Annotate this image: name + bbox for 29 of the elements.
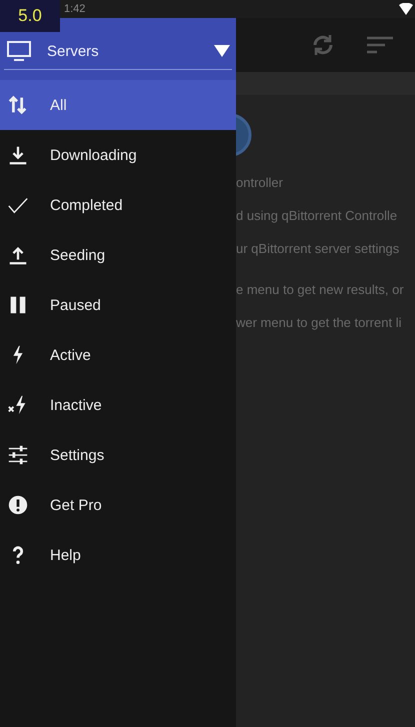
exclamation-icon xyxy=(7,494,29,516)
drawer-item[interactable]: Get Pro xyxy=(0,480,236,530)
drawer-item[interactable]: Settings xyxy=(0,430,236,480)
drawer-item[interactable]: Inactive xyxy=(0,380,236,430)
help-text: d using qBittorrent Controlle xyxy=(236,208,398,223)
drawer-item[interactable]: Help xyxy=(0,530,236,580)
help-text: ontroller xyxy=(236,175,284,190)
caret-icon xyxy=(214,45,230,57)
status-time: 1:42 xyxy=(64,3,86,15)
upload-icon xyxy=(7,244,29,266)
logo-icon xyxy=(236,113,252,157)
drawer-item[interactable]: All xyxy=(0,80,236,130)
monitor-icon xyxy=(7,41,31,61)
up-down-arrows-icon xyxy=(7,94,29,116)
drawer-item[interactable]: Paused xyxy=(0,280,236,330)
server-selector[interactable]: Servers xyxy=(4,33,232,70)
help-text: wer menu to get the torrent li xyxy=(236,315,402,330)
refresh-icon[interactable] xyxy=(311,33,335,57)
drawer-item[interactable]: Seeding xyxy=(0,230,236,280)
drawer-item[interactable]: Downloading xyxy=(0,130,236,180)
download-icon xyxy=(7,144,29,166)
wifi-icon xyxy=(399,3,413,15)
help-text: e menu to get new results, or xyxy=(236,282,405,297)
help-text: ur qBittorrent server settings xyxy=(236,241,400,256)
overlay-badge: 5.0 xyxy=(0,0,60,32)
sliders-icon xyxy=(7,444,29,466)
sort-icon[interactable] xyxy=(367,35,393,55)
drawer-item[interactable]: Active xyxy=(0,330,236,380)
drawer-item[interactable]: Completed xyxy=(0,180,236,230)
